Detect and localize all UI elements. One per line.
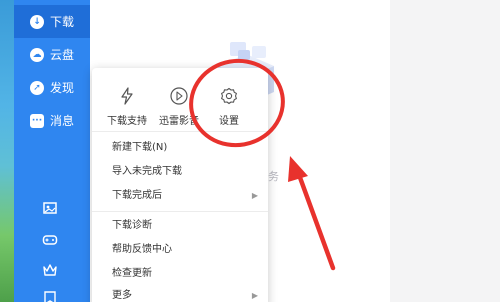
tool-download-support[interactable]: 下载支持 bbox=[100, 86, 154, 127]
download-icon: ↓ bbox=[30, 14, 44, 29]
submenu-arrow-icon: ▶ bbox=[251, 191, 258, 200]
sidebar-item-label: 发现 bbox=[50, 81, 75, 95]
sidebar-item-download[interactable]: ↓ 下载 bbox=[14, 5, 90, 38]
sidebar-item-label: 消息 bbox=[50, 114, 75, 128]
main-menu-popup: 下载支持 迅雷影音 设置 新建下载(N) 导入未完成下载 下载完成后 ▶ 下载诊… bbox=[92, 68, 268, 302]
sidebar-item-cloud[interactable]: ☁ 云盘 bbox=[14, 38, 90, 71]
empty-state-text: 务 bbox=[268, 170, 279, 183]
tool-xunlei-player[interactable]: 迅雷影音 bbox=[152, 86, 206, 127]
tool-label: 设置 bbox=[219, 116, 239, 127]
sidebar-item-discover[interactable]: ➚ 发现 bbox=[14, 71, 90, 104]
message-icon: ··· bbox=[30, 113, 44, 128]
right-panel bbox=[390, 0, 500, 302]
bookmark-icon[interactable] bbox=[42, 290, 58, 302]
menu-item-check-update[interactable]: 检查更新 bbox=[92, 262, 268, 286]
menu-item-download-diagnosis[interactable]: 下载诊断 bbox=[92, 214, 268, 238]
menu-item-label: 下载完成后 bbox=[112, 190, 162, 201]
menu-item-label: 帮助反馈中心 bbox=[112, 244, 172, 255]
desktop-background-strip bbox=[0, 0, 14, 302]
menu-divider bbox=[92, 211, 268, 212]
gamepad-icon[interactable] bbox=[42, 232, 58, 248]
sidebar-item-message[interactable]: ··· 消息 bbox=[14, 104, 90, 137]
player-icon bbox=[170, 87, 188, 105]
menu-item-label: 下载诊断 bbox=[112, 220, 152, 231]
submenu-arrow-icon: ▶ bbox=[251, 291, 258, 300]
sidebar-item-label: 下载 bbox=[50, 15, 75, 29]
cloud-icon: ☁ bbox=[30, 47, 44, 62]
gear-icon bbox=[221, 87, 237, 105]
crown-icon[interactable] bbox=[42, 262, 58, 278]
image-icon[interactable] bbox=[42, 200, 58, 216]
sidebar-item-label: 云盘 bbox=[50, 48, 75, 62]
menu-divider bbox=[92, 131, 268, 132]
lightning-icon bbox=[121, 87, 133, 105]
menu-item-help-feedback[interactable]: 帮助反馈中心 bbox=[92, 238, 268, 262]
menu-item-label: 新建下载(N) bbox=[112, 142, 168, 153]
sidebar: ↓ 下载 ☁ 云盘 ➚ 发现 ··· 消息 bbox=[14, 0, 90, 302]
tool-settings[interactable]: 设置 bbox=[202, 86, 256, 127]
menu-item-label: 检查更新 bbox=[112, 268, 152, 279]
tool-label: 迅雷影音 bbox=[159, 116, 199, 127]
menu-item-label: 导入未完成下载 bbox=[112, 166, 182, 177]
menu-item-new-download[interactable]: 新建下载(N) bbox=[92, 136, 268, 160]
menu-item-import-unfinished[interactable]: 导入未完成下载 bbox=[92, 160, 268, 184]
menu-item-more[interactable]: 更多 ▶ bbox=[92, 284, 268, 302]
menu-item-label: 更多 bbox=[112, 290, 132, 301]
menu-item-after-download[interactable]: 下载完成后 ▶ bbox=[92, 184, 268, 208]
tool-label: 下载支持 bbox=[107, 116, 147, 127]
compass-icon: ➚ bbox=[30, 80, 44, 95]
